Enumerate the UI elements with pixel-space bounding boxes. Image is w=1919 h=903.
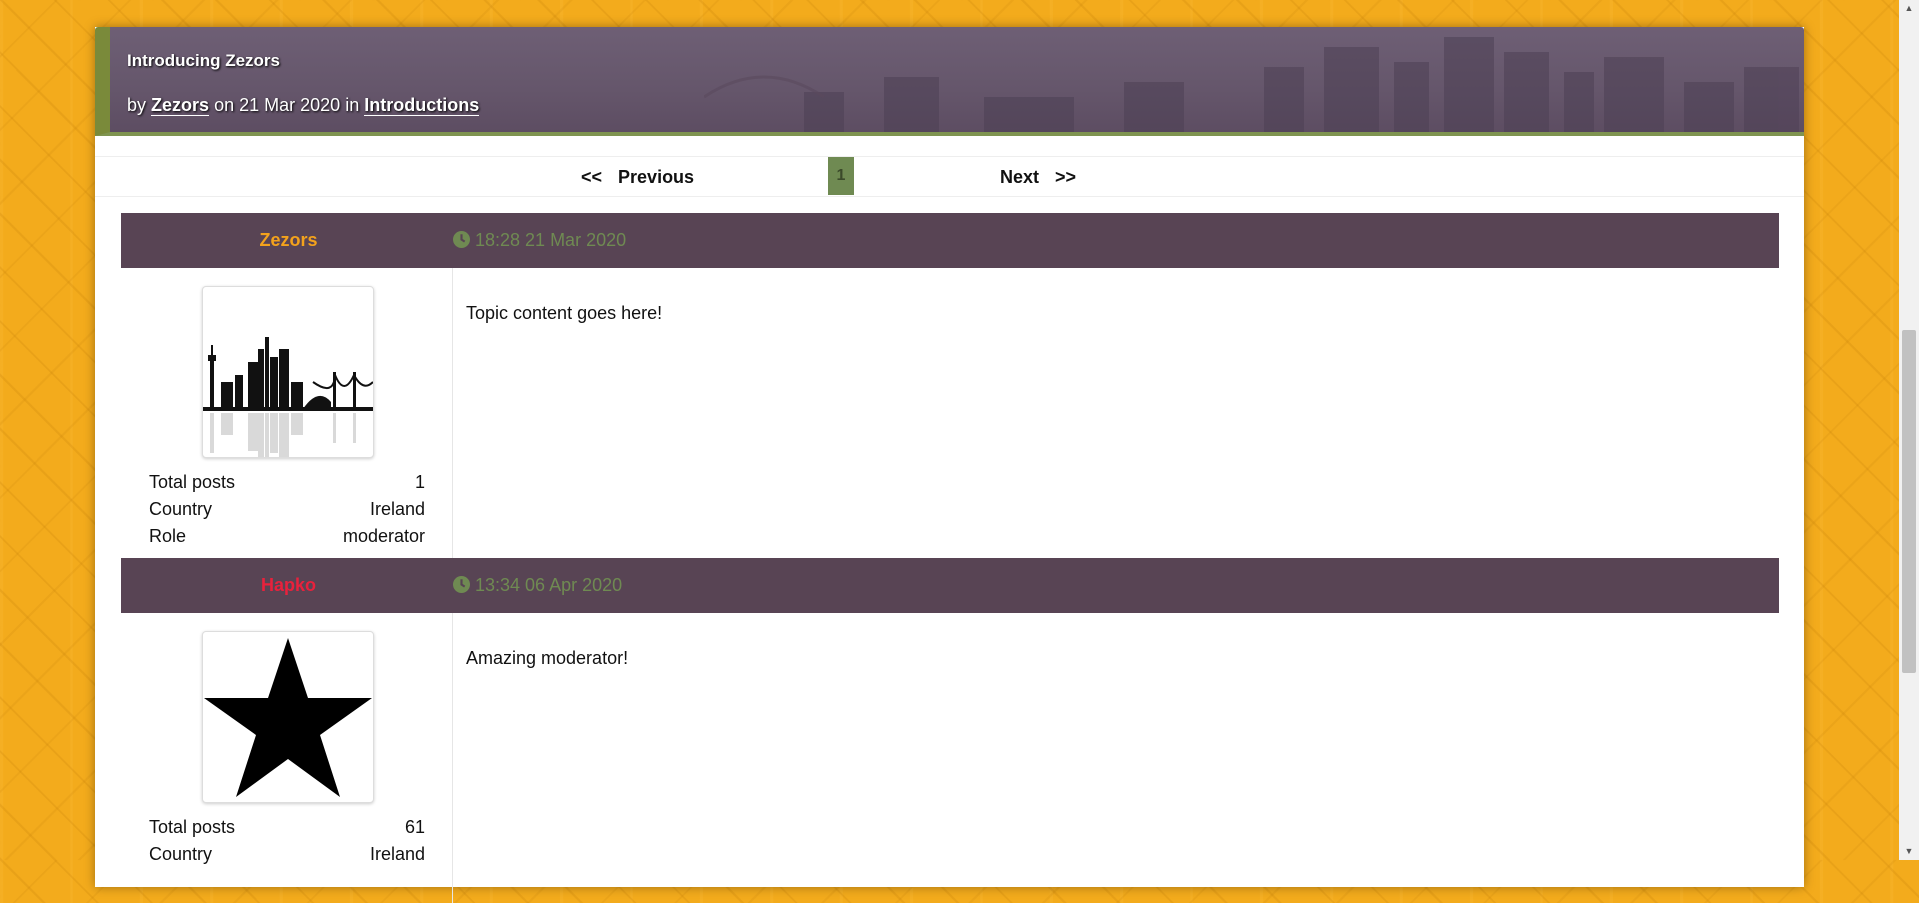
topic-header: Introducing Zezors by Zezors on 21 Mar 2… — [95, 27, 1804, 136]
post-content: Topic content goes here! — [466, 303, 663, 323]
avatar[interactable] — [202, 286, 374, 458]
post-body: Total posts 1 Country Ireland Role moderato… — [121, 268, 1779, 558]
stat-label: Total posts — [149, 817, 236, 837]
topic-date: 21 Mar 2020 — [239, 95, 341, 115]
in-label: in — [345, 95, 360, 115]
stat-value: moderator — [342, 526, 425, 546]
star-icon — [204, 638, 372, 797]
next-arrows: >> — [1055, 167, 1077, 187]
stat-row: Total posts 61 — [149, 814, 425, 841]
page-number-current[interactable]: 1 — [828, 157, 854, 195]
forum-page: Introducing Zezors by Zezors on 21 Mar 2… — [95, 27, 1804, 903]
previous-page-button[interactable]: << Previous — [573, 167, 702, 188]
post-header: Hapko 13:34 06 Apr 2020 — [121, 558, 1779, 613]
page-scrollbar[interactable]: ▲ ▼ — [1899, 0, 1919, 860]
topic-category-link[interactable]: Introductions — [364, 95, 480, 116]
clock-icon — [453, 231, 470, 248]
pagination: << Previous 1 Next >> — [95, 156, 1804, 197]
scroll-up-arrow-icon[interactable]: ▲ — [1899, 0, 1919, 17]
post-timestamp: 13:34 06 Apr 2020 — [453, 558, 622, 613]
post-author-panel: Total posts 1 Country Ireland Role moderato… — [121, 268, 453, 558]
topic-author-link[interactable]: Zezors — [151, 95, 210, 116]
stat-label: Country — [149, 844, 213, 864]
stat-row: Total posts 1 — [149, 469, 425, 496]
post-author-name[interactable]: Zezors — [121, 213, 456, 268]
post-content: Amazing moderator! — [466, 648, 629, 668]
avatar[interactable] — [202, 631, 374, 803]
stat-row: Country Ireland — [149, 496, 425, 523]
stat-row: Role moderator — [149, 523, 425, 550]
scrollbar-thumb[interactable] — [1902, 330, 1916, 673]
by-label: by — [127, 95, 147, 115]
next-label: Next — [1000, 167, 1040, 187]
stat-value: Ireland — [369, 844, 425, 864]
stat-label: Country — [149, 499, 213, 519]
scroll-down-arrow-icon[interactable]: ▼ — [1899, 843, 1919, 860]
post-time-text: 13:34 06 Apr 2020 — [475, 575, 623, 595]
on-label: on — [214, 95, 235, 115]
city-skyline-icon — [203, 337, 373, 457]
stat-row: Country Ireland — [149, 841, 425, 868]
stat-value: 1 — [414, 472, 425, 492]
topic-title: Introducing Zezors — [127, 51, 280, 70]
previous-label: Previous — [618, 167, 695, 187]
clock-icon — [453, 576, 470, 593]
post-timestamp: 18:28 21 Mar 2020 — [453, 213, 626, 268]
post-header: Zezors 18:28 21 Mar 2020 — [121, 213, 1779, 268]
stat-label: Total posts — [149, 472, 236, 492]
post-time-text: 18:28 21 Mar 2020 — [475, 230, 627, 250]
author-stats: Total posts 1 Country Ireland Role moderato… — [149, 469, 425, 550]
post-author-name[interactable]: Hapko — [121, 558, 456, 613]
stat-label: Role — [149, 526, 187, 546]
next-page-button[interactable]: Next >> — [992, 167, 1084, 188]
topic-byline: by Zezors on 21 Mar 2020 in Introduction… — [127, 95, 480, 116]
stat-value: Ireland — [369, 499, 425, 519]
stat-value: 61 — [404, 817, 425, 837]
prev-arrows: << — [581, 167, 603, 187]
city-skyline-banner — [704, 37, 1799, 132]
